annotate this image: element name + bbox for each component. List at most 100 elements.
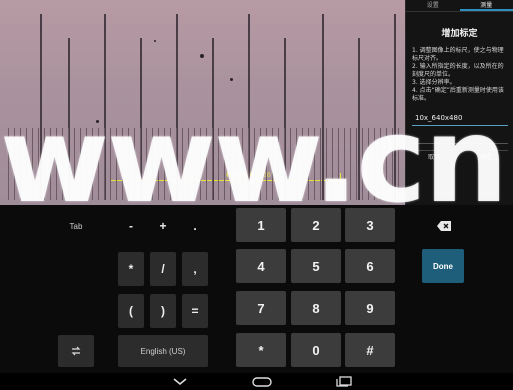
navigation-bar (0, 373, 513, 390)
ruler-minor-tick (374, 128, 375, 200)
ruler-major-tick (358, 38, 360, 200)
cancel-button[interactable]: 取消 (412, 150, 456, 164)
number-key-6[interactable]: 6 (345, 249, 395, 283)
ruler-minor-tick (152, 128, 153, 200)
ruler-major-tick (322, 14, 324, 200)
ruler-minor-tick (272, 128, 273, 200)
ruler-minor-tick (194, 128, 195, 200)
specimen-particle (154, 40, 156, 42)
ruler-minor-tick (98, 128, 99, 200)
ruler-minor-tick (38, 128, 39, 200)
ruler-minor-tick (182, 128, 183, 200)
equals-key[interactable]: = (182, 294, 208, 328)
microscope-camera-view[interactable]: 标准 66 PX/100 (0, 0, 405, 205)
ruler-minor-tick (380, 128, 381, 200)
instruction-step: 3. 选择分辨率。 (412, 79, 456, 86)
tab-settings[interactable]: 设置 (406, 0, 460, 11)
ruler-minor-tick (170, 128, 171, 200)
ruler-minor-tick (20, 128, 21, 200)
ruler-major-tick (394, 14, 396, 200)
plus-key[interactable]: + (150, 215, 176, 237)
ruler-minor-tick (116, 128, 117, 200)
specimen-particle (96, 120, 99, 123)
recent-apps-icon[interactable] (334, 375, 354, 388)
calibration-panel: 设置 测量 增加标定 1. 调整图像上的标尺，使之与物理标尺对齐。 2. 输入所… (405, 0, 513, 205)
ruler-minor-tick (32, 128, 33, 200)
number-key-0[interactable]: 0 (291, 333, 341, 367)
number-key-4[interactable]: 4 (236, 249, 286, 283)
ruler-major-tick (40, 14, 42, 200)
ruler-minor-tick (242, 128, 243, 200)
number-key-2[interactable]: 2 (291, 208, 341, 242)
ruler-minor-tick (230, 128, 231, 200)
backspace-icon (437, 221, 451, 231)
keyboard-switch-icon (71, 346, 81, 356)
home-icon[interactable] (250, 375, 274, 388)
backspace-key[interactable] (424, 215, 464, 237)
minus-key[interactable]: - (118, 215, 144, 237)
ruler-minor-tick (398, 128, 399, 200)
ruler-minor-tick (86, 128, 87, 200)
ruler-minor-tick (266, 128, 267, 200)
ruler-minor-tick (92, 128, 93, 200)
instruction-step: 1. 调整图像上的标尺，使之与物理标尺对齐。 (412, 47, 504, 62)
number-key-8[interactable]: 8 (291, 291, 341, 325)
ruler-minor-tick (350, 128, 351, 200)
ruler-minor-tick (74, 128, 75, 200)
ok-button[interactable]: 确定 (464, 150, 508, 164)
done-button[interactable]: Done (422, 249, 464, 283)
period-key[interactable]: . (182, 215, 208, 237)
ruler-minor-tick (68, 128, 69, 200)
resolution-field[interactable]: 10x_640x480 (412, 114, 508, 126)
ruler-minor-tick (62, 128, 63, 200)
space-key[interactable]: English (US) (118, 335, 208, 367)
ruler-minor-tick (320, 128, 321, 200)
tab-measure[interactable]: 测量 (459, 0, 513, 11)
number-key-1[interactable]: 1 (236, 208, 286, 242)
ruler-minor-tick (290, 128, 291, 200)
length-input[interactable] (412, 134, 508, 144)
ruler-minor-tick (284, 128, 285, 200)
ruler-minor-tick (128, 128, 129, 200)
hash-key[interactable]: # (345, 333, 395, 367)
ruler-minor-tick (344, 128, 345, 200)
close-paren-key[interactable]: ) (150, 294, 176, 328)
ruler-minor-tick (260, 128, 261, 200)
number-key-7[interactable]: 7 (236, 291, 286, 325)
ruler-minor-tick (254, 128, 255, 200)
ruler-minor-tick (308, 128, 309, 200)
calibration-end-handle[interactable] (340, 173, 341, 187)
asterisk-key[interactable]: * (118, 252, 144, 286)
ruler-minor-tick (134, 128, 135, 200)
ruler-minor-tick (56, 128, 57, 200)
slash-key[interactable]: / (150, 252, 176, 286)
back-chevron-icon[interactable] (170, 375, 190, 388)
ruler-minor-tick (44, 128, 45, 200)
ruler-minor-tick (188, 128, 189, 200)
keyboard-switch-key[interactable] (58, 335, 94, 367)
comma-key[interactable]: , (182, 252, 208, 286)
ruler-minor-tick (164, 128, 165, 200)
panel-tabs: 设置 测量 (406, 0, 513, 12)
ruler-minor-tick (50, 128, 51, 200)
calibration-line[interactable] (110, 180, 340, 181)
number-key-5[interactable]: 5 (291, 249, 341, 283)
star-key[interactable]: * (236, 333, 286, 367)
onscreen-keyboard: Tab - + . * / , ( ) = English (US) 1 2 3… (0, 205, 513, 373)
ruler-minor-tick (80, 128, 81, 200)
number-key-9[interactable]: 9 (345, 291, 395, 325)
ruler-minor-tick (278, 128, 279, 200)
ruler-minor-tick (248, 128, 249, 200)
screen: 标准 66 PX/100 设置 测量 增加标定 1. 调整图像上的标尺，使之与物… (0, 0, 513, 390)
specimen-particle (230, 78, 233, 81)
ruler-minor-tick (110, 128, 111, 200)
tab-key[interactable]: Tab (58, 215, 94, 237)
ruler-minor-tick (14, 128, 15, 200)
ruler-minor-tick (236, 128, 237, 200)
ruler-minor-tick (218, 128, 219, 200)
ruler-minor-tick (158, 128, 159, 200)
ruler-minor-tick (302, 128, 303, 200)
open-paren-key[interactable]: ( (118, 294, 144, 328)
ruler-minor-tick (362, 128, 363, 200)
number-key-3[interactable]: 3 (345, 208, 395, 242)
